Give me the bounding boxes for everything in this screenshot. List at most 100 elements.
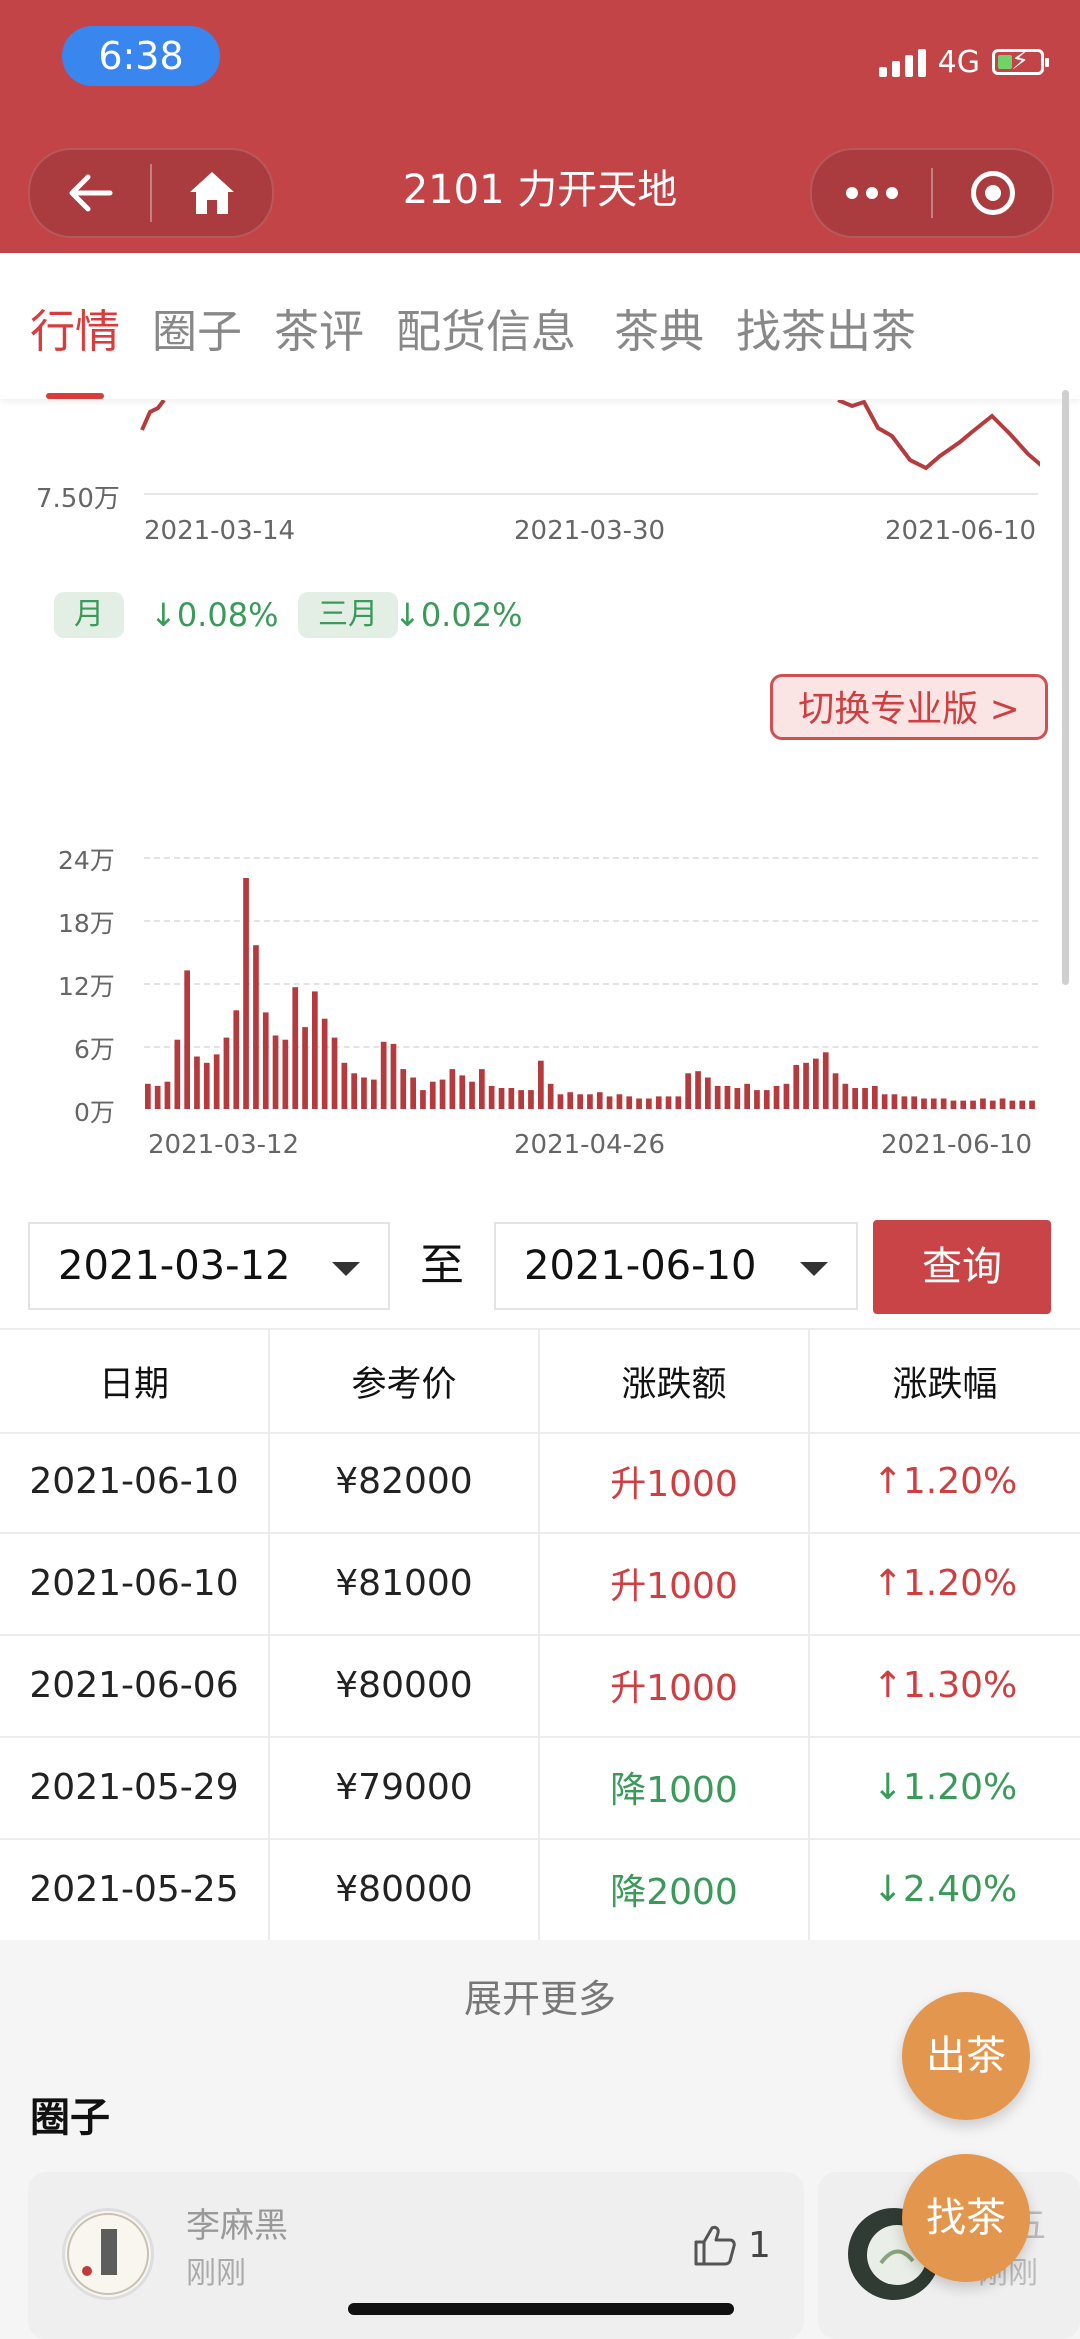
row-pct: ↑1.20% [872,1460,1018,1502]
volume-bar [675,1096,682,1109]
volume-bar [371,1079,377,1109]
start-date-select[interactable]: 2021-03-12 [28,1222,390,1310]
close-button[interactable] [933,150,1052,236]
row-date: 2021-05-25 [0,1838,270,1940]
home-button[interactable] [152,150,272,236]
volume-bar [911,1096,917,1109]
scrollbar[interactable] [1062,390,1069,985]
end-date-value: 2021-06-10 [524,1243,757,1289]
volume-bar [665,1096,672,1109]
bar-xtick: 2021-04-26 [514,1130,666,1160]
volume-bar [872,1085,878,1109]
volume-bar [538,1060,544,1109]
sell-tea-fab[interactable]: 出茶 [902,1992,1030,2120]
volume-bar [1029,1100,1035,1109]
home-indicator [348,2303,734,2315]
row-change: 升1000 [540,1430,810,1532]
post-author: 李麻黑 [186,2206,288,2246]
volume-bar [459,1075,466,1109]
row-price: ¥80000 [270,1838,540,1940]
three-month-badge: 三月 [298,592,398,638]
find-tea-fab[interactable]: 找茶 [902,2154,1030,2282]
tab-bar: 行情 圈子 茶评 配货信息 茶典 找茶出茶 [0,253,1080,399]
volume-bar [616,1094,623,1109]
table-row: 2021-06-10 ¥81000 升1000 ↑1.20% [0,1532,1080,1636]
network-type: 4G [937,44,980,80]
more-button[interactable] [812,150,931,236]
home-icon [190,172,234,214]
volume-bar [469,1081,475,1109]
month-badge: 月 [54,592,124,638]
tab-market[interactable]: 行情 [30,295,120,360]
row-pct: ↑1.20% [872,1562,1018,1604]
volume-bar [400,1069,407,1109]
row-date: 2021-06-10 [0,1430,270,1532]
like-button[interactable]: 1 [692,2224,771,2266]
volume-bar [341,1062,348,1109]
tab-encyclopedia[interactable]: 茶典 [614,295,704,360]
status-indicators: 4G ⚡ [878,42,1049,82]
row-change: 升1000 [540,1532,810,1634]
volume-bar [891,1094,898,1109]
line-xtick: 2021-03-14 [144,516,296,546]
header-pct: 涨跌幅 [892,1364,998,1405]
row-date: 2021-06-10 [0,1532,270,1634]
volume-bar [164,1081,171,1109]
post-time: 刚刚 [186,2256,246,2291]
volume-bar [930,1098,937,1109]
volume-bar [960,1100,967,1109]
volume-bar [606,1096,613,1109]
row-pct: ↑1.30% [872,1664,1018,1706]
volume-bar [233,1010,240,1109]
page-title: 2101 力开天地 [402,167,678,213]
volume-bar [292,987,299,1109]
volume-bar [449,1069,456,1109]
tab-circle[interactable]: 圈子 [152,295,242,360]
more-dots-icon [845,187,898,199]
volume-bar [655,1096,662,1109]
volume-bar [223,1037,230,1109]
section-title: 圈子 [30,2095,110,2141]
table-row: 2021-06-10 ¥82000 升1000 ↑1.20% [0,1430,1080,1534]
avatar[interactable] [62,2208,154,2300]
tab-find-sell[interactable]: 找茶出茶 [736,295,916,360]
volume-bar [989,1100,996,1109]
volume-bar [420,1090,426,1109]
volume-bar [754,1090,760,1109]
volume-bar [145,1083,151,1109]
volume-bar [361,1077,367,1109]
tab-distribution[interactable]: 配货信息 [396,295,576,360]
volume-bar [832,1073,839,1109]
volume-bar [213,1054,220,1109]
volume-bar [724,1085,731,1109]
signal-icon [878,47,926,77]
volume-bar [940,1098,947,1109]
switch-pro-button[interactable]: 切换专业版 > [770,674,1048,740]
volume-bar [705,1077,711,1109]
line-chart-baseline [144,493,1038,495]
volume-bar [488,1085,495,1109]
line-ytick: 7.50万 [36,484,120,514]
tab-review[interactable]: 茶评 [274,295,364,360]
volume-bar [862,1088,868,1109]
thumbs-up-icon [694,2225,736,2266]
end-date-select[interactable]: 2021-06-10 [494,1222,858,1310]
target-icon [970,171,1015,215]
header-date: 日期 [0,1330,270,1432]
row-price: ¥81000 [270,1532,540,1634]
row-pct: ↓1.20% [872,1766,1018,1808]
volume-bar [194,1056,200,1109]
volume-bar [842,1083,849,1109]
volume-bar [822,1052,829,1109]
volume-bar [1019,1100,1026,1109]
start-date-value: 2021-03-12 [58,1243,291,1289]
row-pct: ↓2.40% [872,1868,1018,1910]
volume-bar [351,1073,357,1109]
back-button[interactable] [30,150,150,236]
volume-bar [763,1090,770,1109]
query-button[interactable]: 查询 [873,1220,1051,1314]
volume-bar [312,991,318,1109]
volume-bar [321,1018,328,1109]
table-header: 日期 参考价 涨跌额 涨跌幅 [0,1328,1080,1434]
volume-bar [184,970,190,1109]
